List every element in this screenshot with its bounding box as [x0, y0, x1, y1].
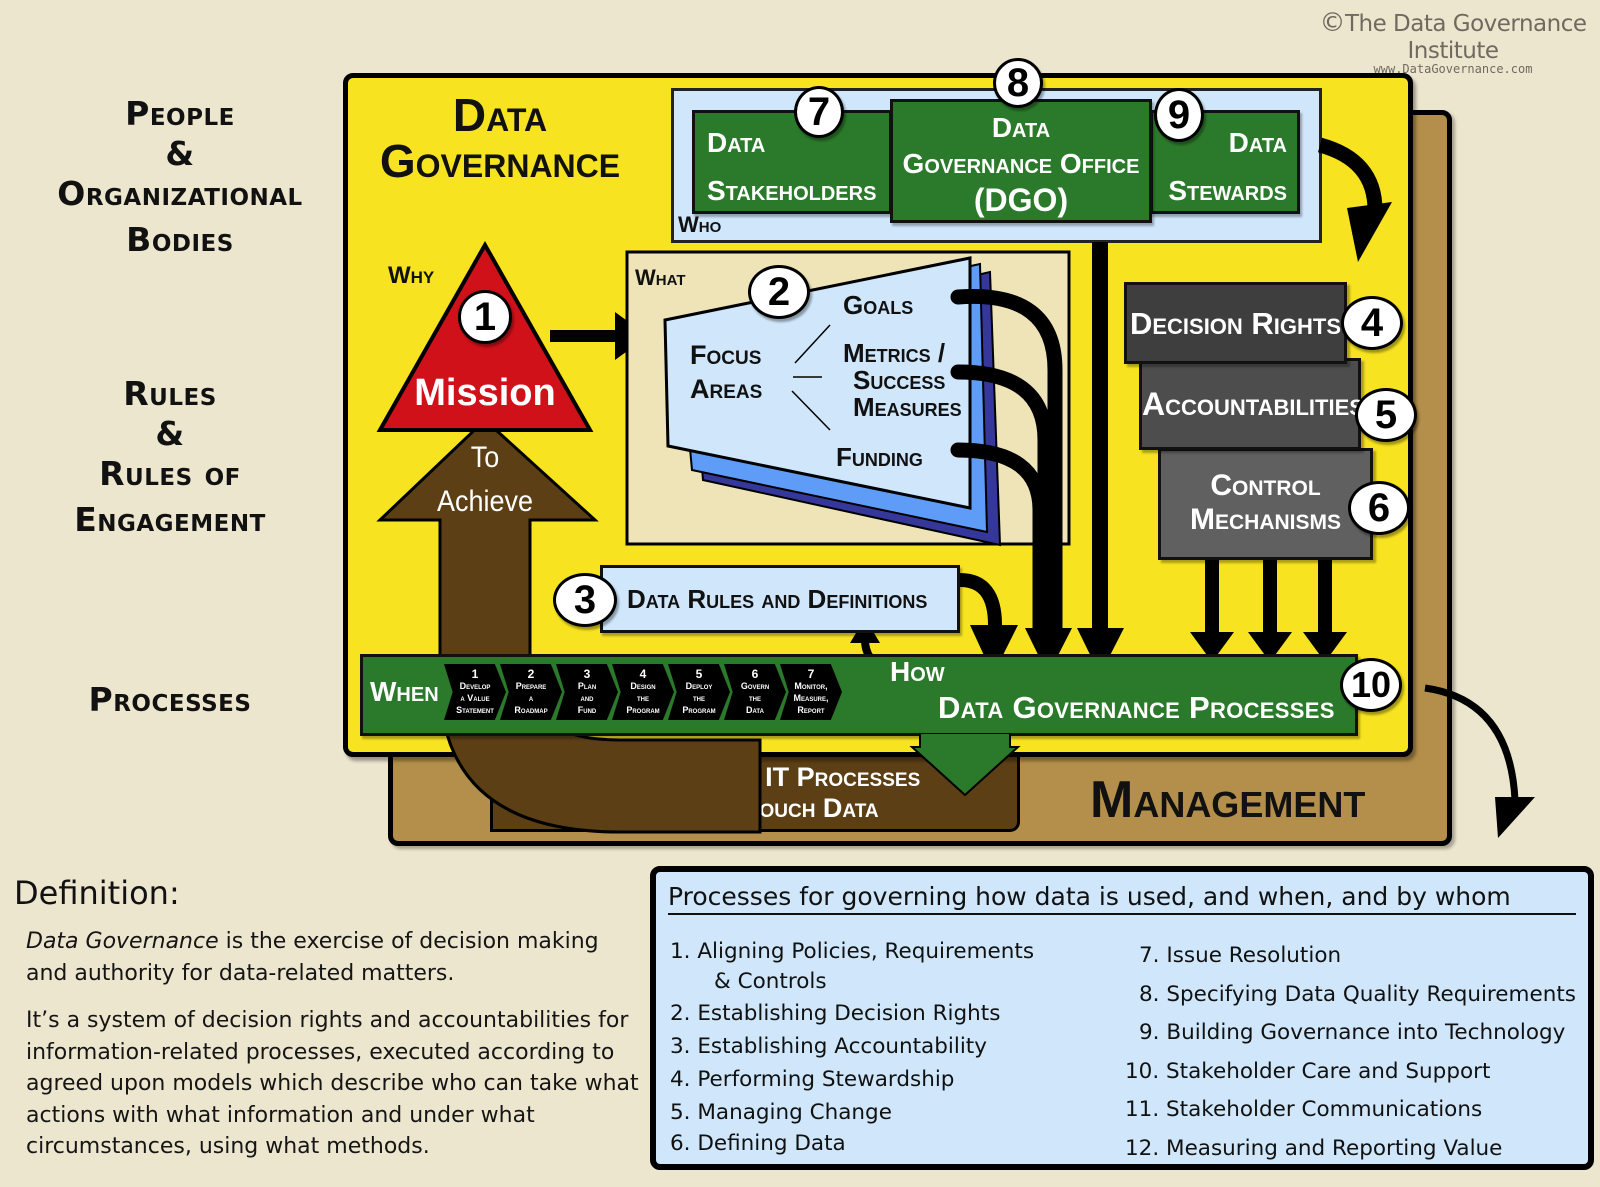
step-line: Develop — [459, 681, 491, 691]
step-line: the — [749, 693, 761, 703]
step-line: a — [528, 693, 534, 703]
step-line: Design — [630, 681, 656, 691]
step-line: Monitor, — [794, 681, 828, 691]
processes-list-left: 1. Aligning Policies, Requirements & Con… — [670, 937, 1034, 1159]
focus-item-goals: Goals — [843, 290, 914, 320]
number-badge-5: 5 — [1355, 388, 1417, 442]
step-6[interactable]: 6 Govern the Data — [724, 664, 786, 720]
process-item-continued: & Controls — [714, 969, 827, 994]
definition-paragraph-2: It’s a system of decision rights and acc… — [26, 1008, 639, 1159]
step-line: a Value — [460, 693, 490, 703]
process-item: 5. Managing Change — [670, 1100, 892, 1125]
process-item: 1. Aligning Policies, Requirements — [670, 939, 1035, 964]
definition-paragraph-1: Data Governance is the exercise of decis… — [26, 926, 641, 989]
how-label: How — [890, 656, 945, 687]
number-badge-3: 3 — [553, 573, 617, 627]
step-line: Measure, — [793, 693, 829, 703]
step-number: 1 — [471, 667, 479, 681]
step-line: Report — [797, 705, 825, 715]
step-number: 2 — [527, 667, 535, 681]
control-line: Mechanisms — [1189, 503, 1341, 536]
step-number: 4 — [639, 667, 647, 681]
number-badge-2: 2 — [748, 265, 810, 319]
mission-label: Mission — [414, 372, 556, 414]
step-line: Fund — [577, 705, 597, 715]
to-achieve-label: To Achieve — [422, 436, 548, 524]
step-number: 7 — [807, 667, 815, 681]
step-line: Roadmap — [514, 705, 548, 715]
number-badge-1: 1 — [458, 290, 512, 344]
process-item: 8. Specifying Data Quality Requirements — [1139, 981, 1576, 1007]
number-badge-4: 4 — [1341, 296, 1403, 350]
step-line: Prepare — [515, 681, 547, 691]
decision-rights-label: Decision Rights — [1129, 306, 1342, 341]
metrics-line: Measures — [853, 392, 962, 422]
step-line: Govern — [740, 681, 770, 691]
processes-list-right: 7. Issue Resolution 8. Specifying Data Q… — [1125, 937, 1576, 1168]
definition-title: Definition: — [14, 874, 180, 912]
processes-down-arrow — [909, 733, 1021, 797]
step-line: the — [693, 693, 705, 703]
step-line: Program — [626, 705, 660, 715]
focus-item-metrics: Metrics / Success Measures — [843, 340, 962, 421]
focus-areas-label: Focus Areas — [690, 338, 762, 406]
step-7[interactable]: 7 Monitor, Measure, Report — [780, 664, 842, 720]
step-3[interactable]: 3 Plan and Fund — [556, 664, 618, 720]
process-item: 4. Performing Stewardship — [670, 1067, 955, 1092]
process-item: 11. Stakeholder Communications — [1125, 1097, 1483, 1122]
definition-term: Data Governance — [26, 929, 219, 954]
process-steps: 1 Develop a Value Statement 2 Prepare a Roadma… — [444, 656, 864, 732]
to-achieve-line: Achieve — [436, 485, 534, 518]
what-label: What — [635, 265, 686, 290]
rules-curve-arrow — [959, 573, 1002, 626]
stewards-curve-arrow — [1317, 137, 1383, 211]
process-item: 7. Issue Resolution — [1139, 943, 1342, 968]
step-line: Data — [746, 705, 764, 715]
data-rules-label: Data Rules and Definitions — [627, 584, 928, 614]
processes-out-arrow — [1424, 684, 1519, 801]
process-item: 3. Establishing Accountability — [670, 1034, 987, 1059]
metrics-line: Metrics / — [843, 338, 946, 368]
step-number: 5 — [695, 667, 703, 681]
step-line: Deploy — [685, 681, 713, 691]
number-badge-10: 10 — [1340, 658, 1402, 712]
step-line: and — [580, 693, 594, 703]
process-item: 9. Building Governance into Technology — [1139, 1020, 1566, 1045]
control-line: Control — [1210, 469, 1321, 502]
accountabilities-label: Accountabilities — [1142, 386, 1364, 422]
step-2[interactable]: 2 Prepare a Roadmap — [500, 664, 562, 720]
step-line: Plan — [577, 681, 597, 691]
data-rules-box: Data Rules and Definitions — [600, 565, 960, 633]
accountabilities-box: Accountabilities — [1139, 358, 1364, 450]
step-line: Statement — [456, 705, 494, 715]
decision-rights-box: Decision Rights — [1124, 282, 1347, 364]
step-5[interactable]: 5 Deploy the Program — [668, 664, 730, 720]
processes-out-arrowhead — [1495, 797, 1535, 838]
process-item: 12. Measuring and Reporting Value — [1125, 1135, 1503, 1161]
dgo-down-shaft — [1092, 242, 1108, 632]
step-4[interactable]: 4 Design the Program — [612, 664, 674, 720]
step-number: 6 — [751, 667, 759, 681]
to-achieve-line: To — [470, 441, 500, 474]
when-label: When — [370, 676, 439, 707]
metrics-line: Success — [853, 365, 946, 395]
step-1[interactable]: 1 Develop a Value Statement — [444, 664, 506, 720]
control-mechanisms-box: Control Mechanisms — [1158, 448, 1373, 560]
number-badge-6: 6 — [1348, 481, 1410, 535]
step-line: Program — [682, 705, 716, 715]
focus-areas-line: Focus — [690, 340, 762, 370]
focus-item-funding: Funding — [836, 442, 923, 472]
processes-label: Data Governance Processes — [938, 690, 1335, 725]
step-number: 3 — [583, 667, 591, 681]
control-arrows — [1190, 555, 1347, 662]
processes-list-title: Processes for governing how data is used… — [668, 882, 1576, 915]
process-item: 6. Defining Data — [670, 1131, 846, 1156]
process-item: 2. Establishing Decision Rights — [670, 1001, 1001, 1026]
focus-areas-line: Areas — [690, 374, 763, 404]
step-line: the — [637, 693, 649, 703]
stewards-arrowhead — [1347, 202, 1392, 262]
process-item: 10. Stakeholder Care and Support — [1125, 1058, 1491, 1084]
